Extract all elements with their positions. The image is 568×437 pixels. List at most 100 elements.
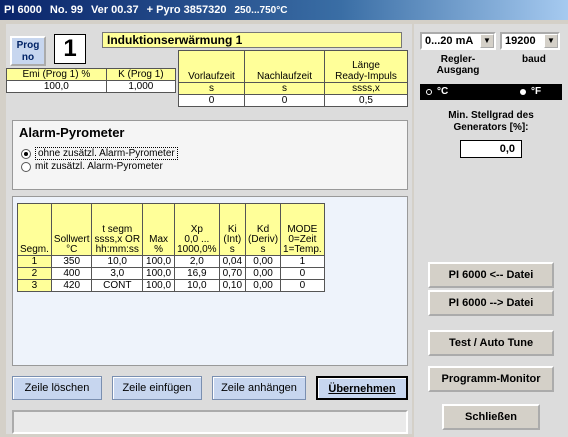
alarm-option-with-label: mit zusätzl. Alarm-Pyrometer — [35, 161, 163, 172]
alarm-pyrometer-group: Alarm-Pyrometer ohne zusätzl. Alarm-Pyro… — [12, 120, 408, 190]
segment-column-header: Sollwert °C — [50, 203, 93, 256]
prog-button-label-1: Prog — [16, 40, 40, 51]
programm-monitor-button[interactable]: Programm-Monitor — [428, 366, 554, 392]
nachlauf-label-cell: Nachlaufzeit — [244, 50, 325, 83]
segment-row[interactable]: 2 400 3,0 100,0 16,9 0,70 0,00 0 — [17, 267, 325, 280]
regler-ausgang-label: Regler- Ausgang — [420, 54, 496, 76]
laenge-label-cell: Länge Ready-Impuls — [324, 50, 408, 83]
min-stellgrad-label-1: Min. Stellgrad des — [448, 110, 534, 121]
segment-header-line: 1000,0% — [177, 244, 217, 255]
segment-value-cell[interactable]: 3,0 — [91, 267, 144, 280]
segment-value-cell[interactable]: 10,0 — [174, 279, 220, 292]
segment-header-line: % — [154, 244, 164, 255]
emi-input[interactable]: 100,0 — [6, 80, 107, 93]
laenge-unit: ssss,x — [324, 82, 408, 95]
test-autotune-button[interactable]: Test / Auto Tune — [428, 330, 554, 356]
nachlauf-input[interactable]: 0 — [244, 94, 325, 107]
output-range-value: 0...20 mA — [425, 35, 474, 47]
segment-value-cell[interactable]: 16,9 — [174, 267, 220, 280]
segment-row[interactable]: 1 350 10,0 100,0 2,0 0,04 0,00 1 — [17, 255, 325, 268]
radio-selected-icon — [21, 148, 31, 159]
segment-value-cell[interactable]: 10,0 — [91, 255, 144, 268]
segment-value-cell[interactable]: 0 — [280, 267, 325, 280]
title-range: 250...750°C — [234, 4, 288, 16]
file-read-button[interactable]: PI 6000 <-- Datei — [428, 262, 554, 288]
unit-fahrenheit-label: °F — [531, 86, 542, 97]
close-label: Schließen — [465, 411, 517, 423]
segment-column-header: MODE 0=Zeit 1=Temp. — [280, 203, 325, 256]
segment-row[interactable]: 3 420 CONT 100,0 10,0 0,10 0,00 0 — [17, 279, 325, 292]
title-bar: PI 6000 No. 99 Ver 00.37 + Pyro 3857320 … — [0, 0, 568, 20]
insert-row-button[interactable]: Zeile einfügen — [112, 376, 202, 400]
main-panel: Prog no 1 Induktionserwärmung 1 Emi (Pro… — [6, 24, 412, 434]
radio-unselected-icon — [21, 161, 31, 172]
unit-celsius-label: °C — [437, 86, 449, 97]
segment-value-cell[interactable]: 0 — [280, 279, 325, 292]
segment-value-cell[interactable]: 0,10 — [218, 279, 247, 292]
segment-value-cell[interactable]: 400 — [50, 267, 93, 280]
segment-column-header: Ki (Int) s — [218, 203, 247, 256]
laenge-input[interactable]: 0,5 — [324, 94, 408, 107]
segment-value-cell[interactable]: 0,00 — [245, 279, 282, 292]
regler-label-2: Ausgang — [436, 65, 480, 76]
apply-button-label: Übernehmen — [328, 383, 396, 395]
alarm-option-with[interactable]: mit zusätzl. Alarm-Pyrometer — [21, 161, 163, 172]
segment-column-header: Segm. — [17, 203, 52, 256]
status-bar — [12, 410, 408, 434]
radio-unselected-icon — [426, 88, 432, 95]
segment-column-header: t segm ssss,x OR hh:mm:ss — [91, 203, 144, 256]
unit-celsius-option[interactable]: °C — [426, 86, 448, 97]
baud-select[interactable]: 19200 ▼ — [500, 32, 560, 50]
min-stellgrad-input[interactable]: 0,0 — [460, 140, 522, 158]
vorlauf-input[interactable]: 0 — [178, 94, 245, 107]
segment-value-cell[interactable]: 0,70 — [218, 267, 247, 280]
segment-value-cell[interactable]: 0,00 — [245, 267, 282, 280]
min-stellgrad-label-2: Generators [%]: — [453, 122, 529, 133]
segment-value-cell[interactable]: 100,0 — [142, 279, 176, 292]
k-input[interactable]: 1,000 — [105, 80, 177, 93]
emi-k-table: Emi (Prog 1) % K (Prog 1) 100,0 1,000 — [6, 68, 177, 93]
append-row-button[interactable]: Zeile anhängen — [212, 376, 306, 400]
title-version: Ver 00.37 — [90, 4, 139, 16]
segment-table: Segm. Sollwert °C t segm ssss,x OR hh:mm:ss Ma… — [17, 203, 325, 292]
apply-button[interactable]: Übernehmen — [316, 376, 408, 400]
test-autotune-label: Test / Auto Tune — [448, 337, 534, 349]
file-write-button[interactable]: PI 6000 --> Datei — [428, 290, 554, 316]
unit-fahrenheit-option[interactable]: °F — [520, 86, 541, 97]
emi-label: Emi (Prog 1) % — [6, 68, 107, 81]
program-name-field[interactable]: Induktionserwärmung 1 — [102, 32, 402, 48]
segment-value-cell[interactable]: 350 — [50, 255, 93, 268]
segment-value-cell[interactable]: 100,0 — [142, 267, 176, 280]
segment-value-cell[interactable]: 2,0 — [174, 255, 220, 268]
segment-value-cell[interactable]: 100,0 — [142, 255, 176, 268]
delete-row-button[interactable]: Zeile löschen — [12, 376, 102, 400]
segment-value-cell[interactable]: 0,00 — [245, 255, 282, 268]
segment-header-line: hh:mm:ss — [95, 244, 139, 255]
segment-value-cell[interactable]: 420 — [50, 279, 93, 292]
program-number: 1 — [54, 34, 86, 64]
programm-monitor-label: Programm-Monitor — [441, 373, 541, 385]
output-range-select[interactable]: 0...20 mA ▼ — [420, 32, 496, 50]
title-pyro: + Pyro 3857320 — [146, 4, 227, 16]
segment-header-line: Segm. — [20, 244, 49, 255]
title-no: No. 99 — [49, 4, 83, 16]
segment-value-cell[interactable]: 0,04 — [218, 255, 247, 268]
laenge-label-2: Ready-Impuls — [335, 71, 397, 82]
prog-button-label-2: no — [21, 52, 35, 63]
segment-header-line: 1=Temp. — [283, 244, 322, 255]
alarm-option-without[interactable]: ohne zusätzl. Alarm-Pyrometer — [21, 147, 178, 160]
nachlauf-label: Nachlaufzeit — [256, 71, 313, 82]
segment-column-header: Xp 0,0 ... 1000,0% — [174, 203, 220, 256]
segment-value-cell[interactable]: CONT — [91, 279, 144, 292]
close-button[interactable]: Schließen — [442, 404, 540, 430]
segment-column-header: Kd (Deriv) s — [245, 203, 282, 256]
baud-value: 19200 — [505, 35, 536, 47]
regler-label-1: Regler- — [440, 54, 476, 65]
radio-selected-icon — [520, 88, 526, 95]
segment-number-cell: 1 — [17, 255, 52, 268]
prog-no-button[interactable]: Prog no — [10, 36, 46, 66]
k-label: K (Prog 1) — [105, 68, 177, 81]
title-model: PI 6000 — [4, 4, 42, 16]
segment-value-cell[interactable]: 1 — [280, 255, 325, 268]
vorlauf-label-cell: Vorlaufzeit — [178, 50, 245, 83]
